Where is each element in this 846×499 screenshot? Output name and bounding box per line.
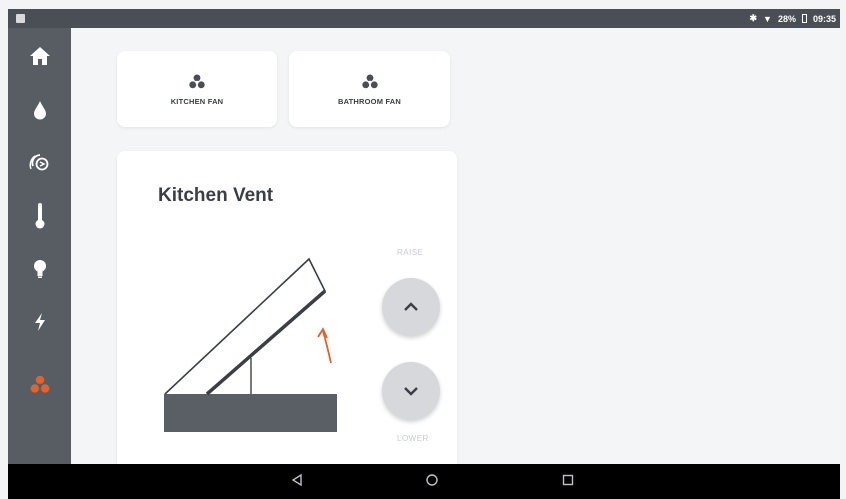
lower-label: LOWER <box>397 434 429 443</box>
status-bar: ✱ ▼ 28% 09:35 <box>8 9 840 28</box>
sidebar <box>8 28 71 464</box>
recents-icon[interactable] <box>561 473 575 487</box>
kitchen-vent-card: Kitchen Vent RAISE LOWER <box>117 151 457 471</box>
sidebar-item-temperature[interactable] <box>8 196 71 236</box>
battery-icon <box>801 14 807 23</box>
vent-title: Kitchen Vent <box>158 185 274 206</box>
sidebar-item-thermostat[interactable] <box>8 143 71 183</box>
water-drop-icon <box>33 101 46 120</box>
vent-illustration <box>164 257 337 432</box>
main-content: KITCHEN FAN BATHROOM FAN Kitchen Vent RA… <box>71 28 840 471</box>
signal-icon: ▼ <box>763 13 772 24</box>
lightning-icon <box>34 313 45 331</box>
fan-icon <box>189 73 205 88</box>
home-nav-icon[interactable] <box>425 473 439 487</box>
battery-percent: 28% <box>777 13 796 24</box>
fan-icon <box>361 73 378 88</box>
bathroom-fan-label: BATHROOM FAN <box>337 96 402 106</box>
clock: 09:35 <box>812 13 836 24</box>
bathroom-fan-tile[interactable]: BATHROOM FAN <box>289 51 450 127</box>
kitchen-fan-label: KITCHEN FAN <box>170 96 224 106</box>
home-icon <box>29 47 50 65</box>
sidebar-item-water[interactable] <box>8 90 71 130</box>
notification-icon <box>16 14 25 23</box>
bluetooth-icon: ✱ <box>749 13 758 23</box>
lower-button[interactable] <box>382 362 440 420</box>
thermostat-dial-icon <box>29 154 48 171</box>
chevron-up-icon <box>404 302 418 311</box>
sidebar-item-home[interactable] <box>8 36 71 76</box>
raise-label: RAISE <box>397 248 424 257</box>
sidebar-item-fans[interactable] <box>8 365 71 405</box>
chevron-down-icon <box>404 387 418 396</box>
screen: ✱ ▼ 28% 09:35 KITCHEN FAN BATHROOM FAN K… <box>0 0 846 499</box>
system-nav-bar <box>8 464 840 499</box>
sidebar-item-energy[interactable] <box>8 302 71 342</box>
thermometer-icon <box>35 203 44 229</box>
kitchen-fan-tile[interactable]: KITCHEN FAN <box>117 51 277 127</box>
lightbulb-icon <box>33 260 46 278</box>
status-indicators: ✱ ▼ 28% 09:35 <box>749 13 836 24</box>
sidebar-item-lights[interactable] <box>8 249 71 289</box>
back-icon[interactable] <box>290 473 304 487</box>
fan-icon <box>30 375 49 393</box>
raise-button[interactable] <box>382 278 440 336</box>
